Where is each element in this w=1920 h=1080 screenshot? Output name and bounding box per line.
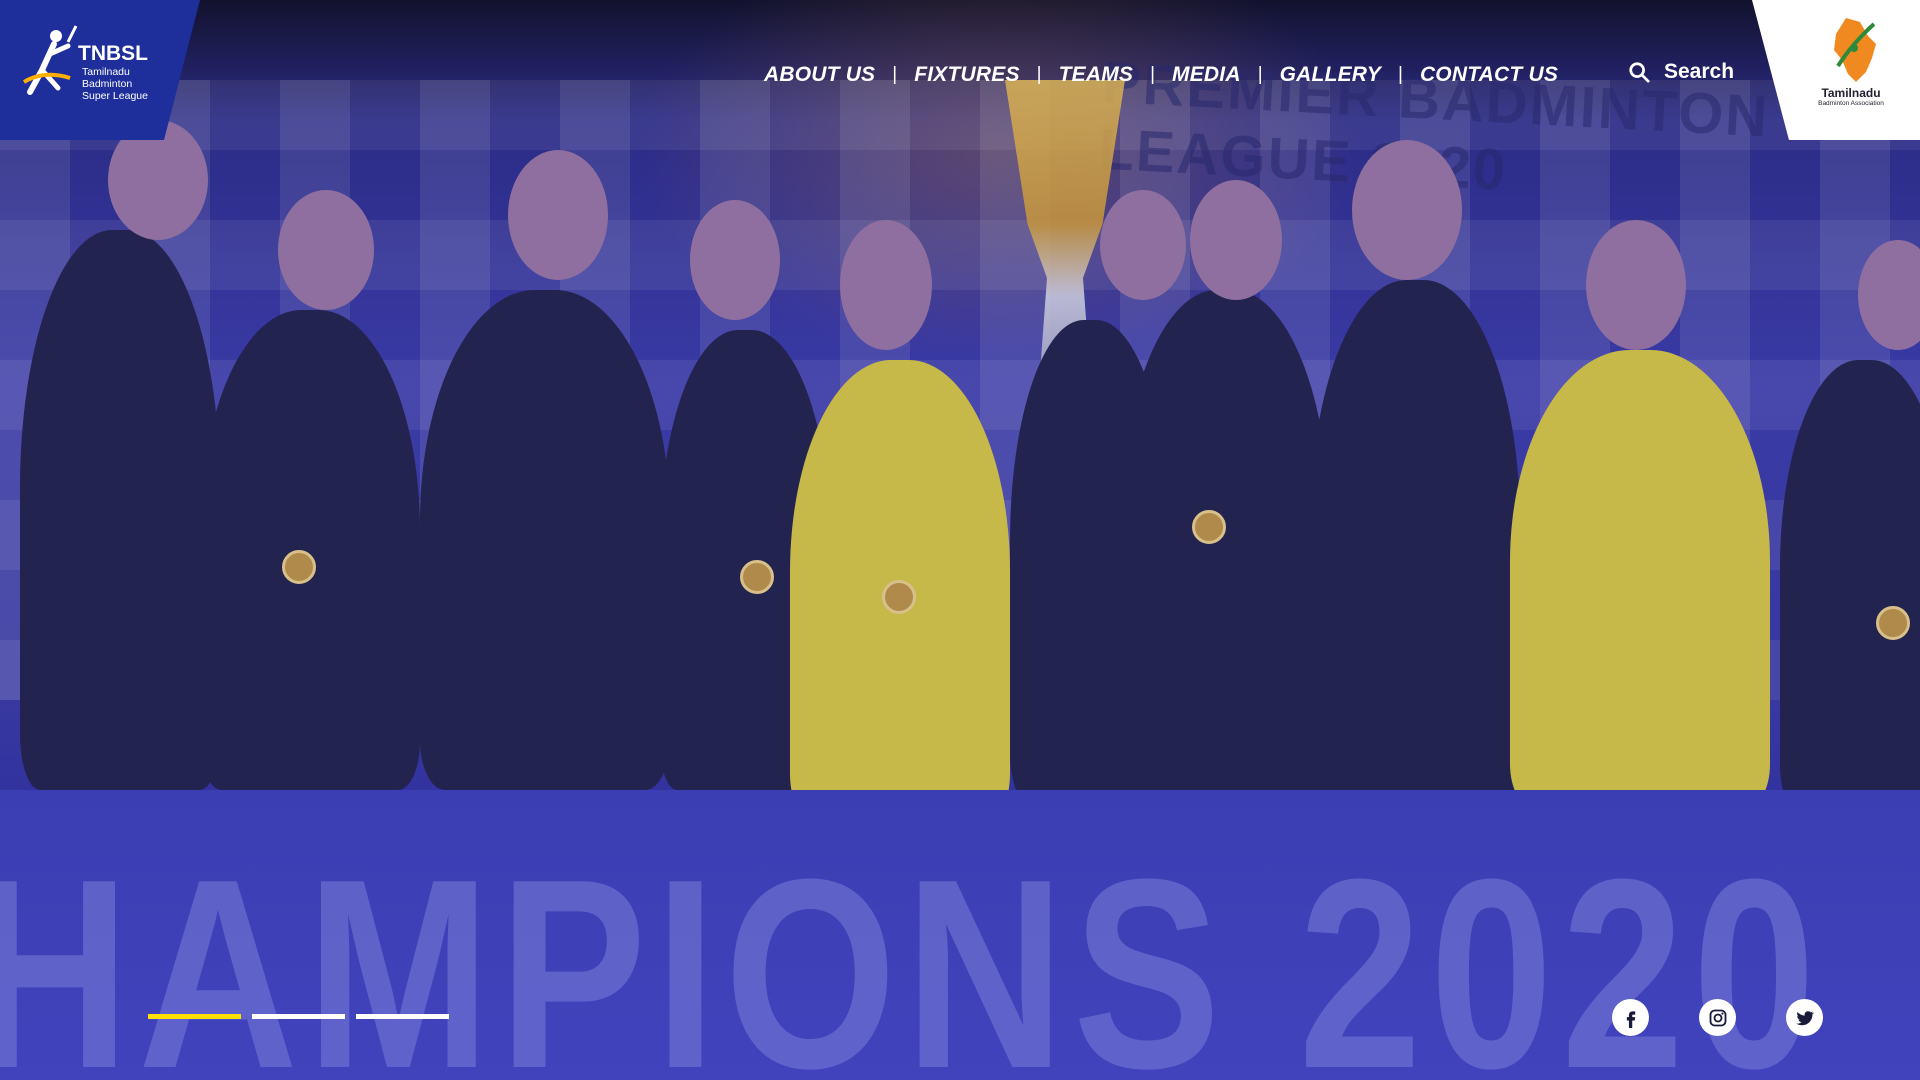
medal (1192, 510, 1226, 544)
instagram-icon (1709, 1009, 1726, 1026)
player-figure (1120, 290, 1330, 810)
twitter-icon (1795, 1010, 1814, 1025)
player-head (1100, 190, 1186, 300)
slide-indicator-2[interactable] (252, 1014, 345, 1019)
logo-subtitle: Badminton Association (1818, 100, 1884, 107)
twitter-link[interactable] (1786, 999, 1823, 1036)
player-head (1586, 220, 1686, 350)
player-head (1352, 140, 1462, 280)
nav-fixtures[interactable]: FIXTURES (914, 63, 1019, 87)
nav-teams[interactable]: TEAMS (1059, 63, 1134, 87)
facebook-link[interactable] (1612, 999, 1649, 1036)
player-figure (420, 290, 670, 790)
medal (282, 550, 316, 584)
player-head (278, 190, 374, 310)
nav-separator: | (1036, 64, 1042, 85)
medal (740, 560, 774, 594)
facebook-icon (1626, 1010, 1635, 1028)
logo-title: Tamilnadu (1821, 86, 1881, 100)
player-head (840, 220, 932, 350)
player-head (508, 150, 608, 280)
player-head (1190, 180, 1282, 300)
slide-indicator-3[interactable] (356, 1014, 449, 1019)
nav-media[interactable]: MEDIA (1172, 63, 1241, 87)
logo-text: Tamilnadu Badminton Association (1806, 86, 1896, 107)
nav-separator: | (1398, 64, 1403, 85)
player-figure (200, 310, 420, 790)
tamilnadu-map-emblem-icon (1834, 18, 1876, 82)
hero-background: PREMIER BADMINTON LEAGUE 2020 HAMPIONS 2… (0, 0, 1920, 1080)
shuttlecock-player-icon (22, 25, 78, 95)
search-icon (1629, 62, 1650, 83)
nav-separator: | (1257, 64, 1263, 85)
nav-contact-us[interactable]: CONTACT US (1420, 63, 1558, 87)
slide-indicator-1[interactable] (148, 1014, 241, 1019)
medal (1876, 606, 1910, 640)
social-links (1612, 999, 1823, 1036)
logo-subtitle: Tamilnadu Badminton Super League (82, 66, 148, 102)
champions-banner-text: HAMPIONS 2020 (0, 824, 1824, 1080)
player-figure (1310, 280, 1520, 810)
search-label: Search (1664, 60, 1735, 83)
player-figure (1510, 350, 1770, 810)
medal (882, 580, 916, 614)
player-figure (1780, 360, 1920, 810)
logo-name: TNBSL (78, 42, 148, 65)
instagram-link[interactable] (1699, 999, 1736, 1036)
nav-separator: | (892, 64, 898, 85)
player-head (690, 200, 780, 320)
player-figure (20, 230, 220, 790)
nav-gallery[interactable]: GALLERY (1280, 63, 1381, 87)
nav-about-us[interactable]: ABOUT US (764, 63, 875, 87)
search-button[interactable]: Search (1628, 60, 1734, 84)
main-nav: ABOUT US | FIXTURES | TEAMS | MEDIA | GA… (764, 60, 1558, 90)
slider-indicators (148, 1014, 449, 1019)
nav-separator: | (1150, 64, 1156, 85)
